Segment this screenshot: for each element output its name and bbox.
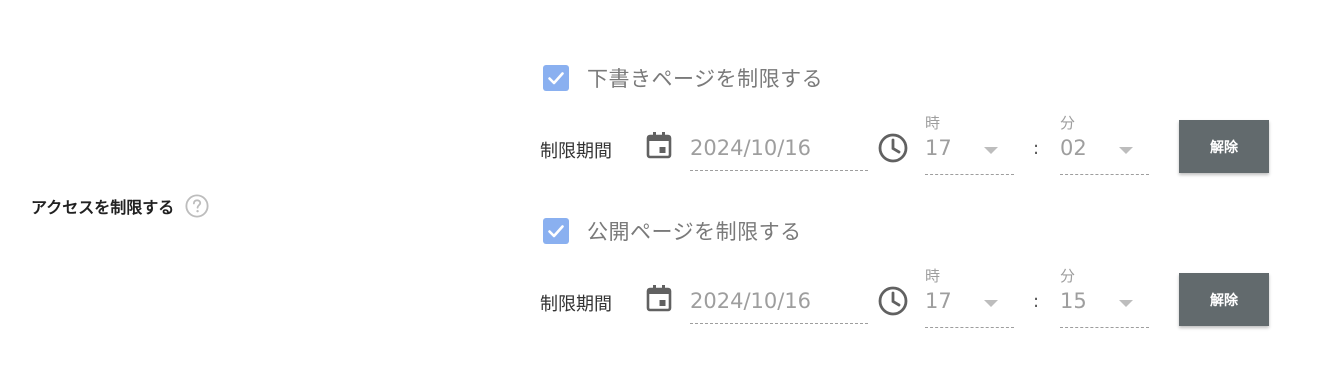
minute-caption: 分 bbox=[1060, 267, 1076, 285]
draft-restrict-label: 下書きページを制限する bbox=[587, 67, 824, 91]
hour-select[interactable]: 時 17 bbox=[925, 112, 1014, 175]
hour-select[interactable]: 時 17 bbox=[925, 265, 1014, 328]
draft-restrict-row: 下書きページを制限する bbox=[543, 64, 823, 92]
clock-icon bbox=[878, 286, 908, 316]
help-circle-icon[interactable] bbox=[185, 194, 209, 218]
draft-restrict-checkbox[interactable] bbox=[543, 65, 569, 91]
period-label: 制限期間 bbox=[540, 294, 612, 315]
minute-select[interactable]: 分 02 bbox=[1060, 112, 1149, 175]
minute-value: 15 bbox=[1060, 289, 1087, 313]
clock-icon bbox=[878, 133, 908, 163]
access-restriction-panel: アクセスを制限する 下書きページを制限する 制限期間 2024/10/16 時 … bbox=[0, 0, 1324, 380]
checkmark-icon bbox=[548, 72, 564, 85]
dropdown-arrow-icon bbox=[984, 300, 998, 307]
hour-caption: 時 bbox=[925, 114, 941, 132]
published-restrict-checkbox[interactable] bbox=[543, 218, 569, 244]
calendar-icon[interactable] bbox=[644, 130, 674, 160]
published-restrict-label: 公開ページを制限する bbox=[587, 220, 802, 244]
calendar-icon[interactable] bbox=[644, 283, 674, 313]
draft-restriction-group: 下書きページを制限する 制限期間 2024/10/16 時 17 : 分 02 bbox=[540, 60, 1303, 200]
dropdown-arrow-icon bbox=[1119, 300, 1133, 307]
release-button[interactable]: 解除 bbox=[1179, 273, 1269, 326]
period-label: 制限期間 bbox=[540, 141, 612, 162]
checkmark-icon bbox=[548, 225, 564, 238]
minute-value: 02 bbox=[1060, 136, 1087, 160]
section-row: アクセスを制限する bbox=[31, 194, 209, 218]
date-value: 2024/10/16 bbox=[690, 136, 812, 160]
date-value: 2024/10/16 bbox=[690, 289, 812, 313]
section-label: アクセスを制限する bbox=[31, 198, 175, 217]
release-button[interactable]: 解除 bbox=[1179, 120, 1269, 173]
hour-caption: 時 bbox=[925, 267, 941, 285]
time-colon: : bbox=[1033, 291, 1040, 312]
published-restriction-group: 公開ページを制限する 制限期間 2024/10/16 時 17 : 分 15 解… bbox=[540, 213, 1303, 353]
hour-value: 17 bbox=[925, 289, 952, 313]
dropdown-arrow-icon bbox=[1119, 147, 1133, 154]
dropdown-arrow-icon bbox=[984, 147, 998, 154]
date-input[interactable]: 2024/10/16 bbox=[690, 279, 868, 324]
hour-value: 17 bbox=[925, 136, 952, 160]
published-restrict-row: 公開ページを制限する bbox=[543, 217, 802, 245]
date-input[interactable]: 2024/10/16 bbox=[690, 126, 868, 171]
minute-select[interactable]: 分 15 bbox=[1060, 265, 1149, 328]
time-colon: : bbox=[1033, 138, 1040, 159]
minute-caption: 分 bbox=[1060, 114, 1076, 132]
